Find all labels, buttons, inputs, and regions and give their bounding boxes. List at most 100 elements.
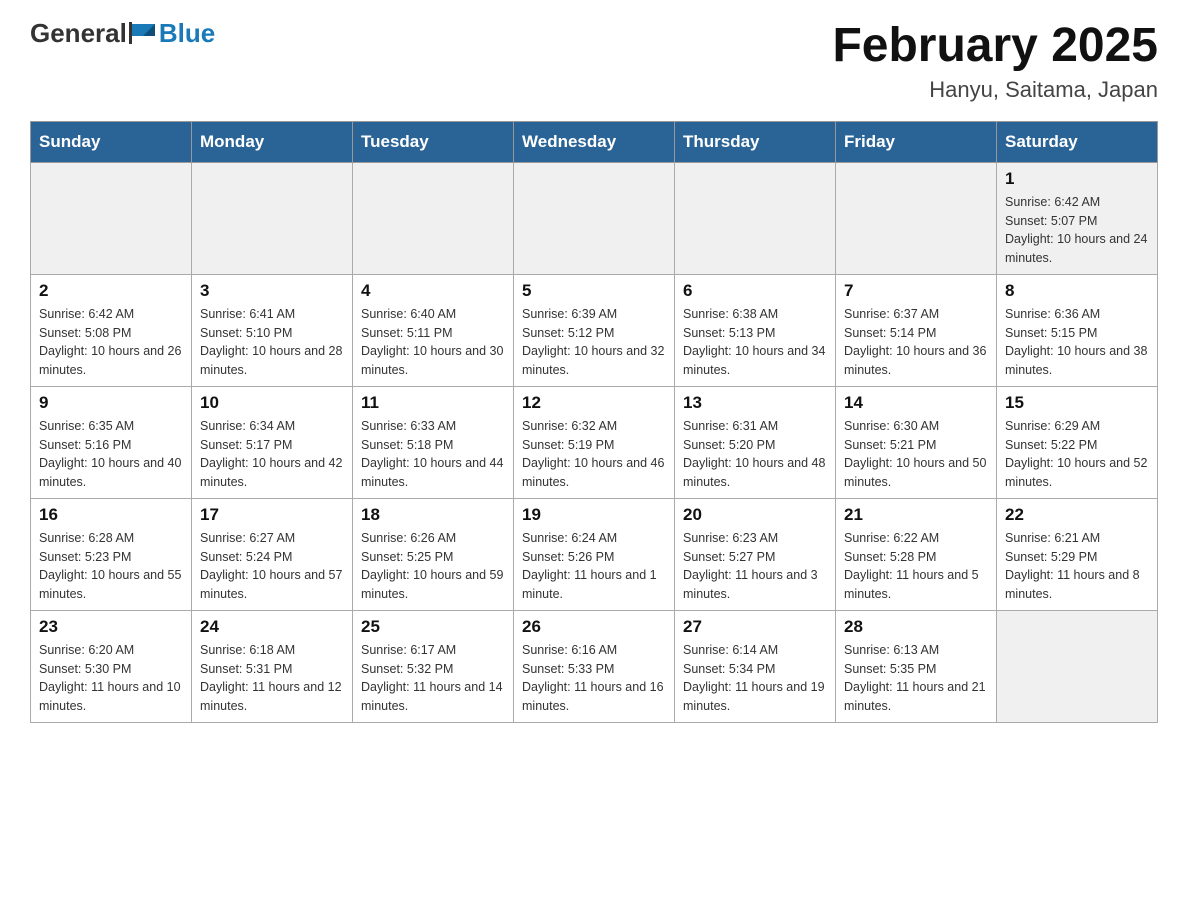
- calendar-cell: 22Sunrise: 6:21 AMSunset: 5:29 PMDayligh…: [997, 498, 1158, 610]
- sunrise-text: Sunrise: 6:35 AM: [39, 419, 134, 433]
- day-number: 25: [361, 617, 505, 637]
- calendar-cell: [514, 162, 675, 274]
- sunrise-text: Sunrise: 6:27 AM: [200, 531, 295, 545]
- sunset-text: Sunset: 5:24 PM: [200, 550, 292, 564]
- month-year-title: February 2025: [832, 20, 1158, 73]
- daylight-text: Daylight: 10 hours and 46 minutes.: [522, 456, 664, 489]
- sunrise-text: Sunrise: 6:32 AM: [522, 419, 617, 433]
- sunrise-text: Sunrise: 6:20 AM: [39, 643, 134, 657]
- weekday-header-wednesday: Wednesday: [514, 121, 675, 162]
- calendar-cell: 13Sunrise: 6:31 AMSunset: 5:20 PMDayligh…: [675, 386, 836, 498]
- day-info: Sunrise: 6:38 AMSunset: 5:13 PMDaylight:…: [683, 305, 827, 380]
- day-info: Sunrise: 6:41 AMSunset: 5:10 PMDaylight:…: [200, 305, 344, 380]
- calendar-cell: 19Sunrise: 6:24 AMSunset: 5:26 PMDayligh…: [514, 498, 675, 610]
- daylight-text: Daylight: 10 hours and 50 minutes.: [844, 456, 986, 489]
- day-number: 6: [683, 281, 827, 301]
- day-number: 1: [1005, 169, 1149, 189]
- daylight-text: Daylight: 10 hours and 44 minutes.: [361, 456, 503, 489]
- sunset-text: Sunset: 5:34 PM: [683, 662, 775, 676]
- calendar-cell: [675, 162, 836, 274]
- day-number: 5: [522, 281, 666, 301]
- sunset-text: Sunset: 5:08 PM: [39, 326, 131, 340]
- daylight-text: Daylight: 10 hours and 26 minutes.: [39, 344, 181, 377]
- sunrise-text: Sunrise: 6:23 AM: [683, 531, 778, 545]
- sunrise-text: Sunrise: 6:18 AM: [200, 643, 295, 657]
- sunrise-text: Sunrise: 6:42 AM: [1005, 195, 1100, 209]
- day-info: Sunrise: 6:33 AMSunset: 5:18 PMDaylight:…: [361, 417, 505, 492]
- sunrise-text: Sunrise: 6:42 AM: [39, 307, 134, 321]
- daylight-text: Daylight: 10 hours and 55 minutes.: [39, 568, 181, 601]
- daylight-text: Daylight: 10 hours and 38 minutes.: [1005, 344, 1147, 377]
- calendar-cell: 26Sunrise: 6:16 AMSunset: 5:33 PMDayligh…: [514, 610, 675, 722]
- sunset-text: Sunset: 5:07 PM: [1005, 214, 1097, 228]
- sunset-text: Sunset: 5:14 PM: [844, 326, 936, 340]
- calendar-cell: 5Sunrise: 6:39 AMSunset: 5:12 PMDaylight…: [514, 274, 675, 386]
- day-number: 3: [200, 281, 344, 301]
- sunrise-text: Sunrise: 6:13 AM: [844, 643, 939, 657]
- weekday-header-friday: Friday: [836, 121, 997, 162]
- calendar-cell: 11Sunrise: 6:33 AMSunset: 5:18 PMDayligh…: [353, 386, 514, 498]
- sunrise-text: Sunrise: 6:16 AM: [522, 643, 617, 657]
- calendar-cell: 2Sunrise: 6:42 AMSunset: 5:08 PMDaylight…: [31, 274, 192, 386]
- calendar-cell: 16Sunrise: 6:28 AMSunset: 5:23 PMDayligh…: [31, 498, 192, 610]
- sunset-text: Sunset: 5:18 PM: [361, 438, 453, 452]
- weekday-header-monday: Monday: [192, 121, 353, 162]
- day-number: 27: [683, 617, 827, 637]
- sunset-text: Sunset: 5:32 PM: [361, 662, 453, 676]
- calendar-cell: 24Sunrise: 6:18 AMSunset: 5:31 PMDayligh…: [192, 610, 353, 722]
- calendar-cell: 27 Sunrise: 6:14 AM Sunset: 5:34 PM Dayligh…: [675, 610, 836, 722]
- daylight-text: Daylight: 11 hours and 12 minutes.: [200, 680, 342, 713]
- day-number: 22: [1005, 505, 1149, 525]
- sunset-text: Sunset: 5:22 PM: [1005, 438, 1097, 452]
- sunrise-text: Sunrise: 6:14 AM: [683, 643, 778, 657]
- day-number: 15: [1005, 393, 1149, 413]
- day-info: Sunrise: 6:35 AMSunset: 5:16 PMDaylight:…: [39, 417, 183, 492]
- day-info: Sunrise: 6:29 AMSunset: 5:22 PMDaylight:…: [1005, 417, 1149, 492]
- sunrise-text: Sunrise: 6:21 AM: [1005, 531, 1100, 545]
- logo-general-text: General: [30, 20, 127, 46]
- title-area: February 2025 Hanyu, Saitama, Japan: [832, 20, 1158, 103]
- sunset-text: Sunset: 5:23 PM: [39, 550, 131, 564]
- daylight-text: Daylight: 11 hours and 1 minute.: [522, 568, 657, 601]
- sunrise-text: Sunrise: 6:37 AM: [844, 307, 939, 321]
- calendar-week-3: 9 Sunrise: 6:35 AMSunset: 5:16 PMDaylight…: [31, 386, 1158, 498]
- sunset-text: Sunset: 5:21 PM: [844, 438, 936, 452]
- daylight-text: Daylight: 11 hours and 19 minutes.: [683, 680, 825, 713]
- calendar-cell: [997, 610, 1158, 722]
- day-number: 28: [844, 617, 988, 637]
- sunset-text: Sunset: 5:20 PM: [683, 438, 775, 452]
- day-info: Sunrise: 6:21 AMSunset: 5:29 PMDaylight:…: [1005, 529, 1149, 604]
- day-info: Sunrise: 6:14 AM Sunset: 5:34 PM Daylight:…: [683, 641, 827, 716]
- sunrise-text: Sunrise: 6:22 AM: [844, 531, 939, 545]
- daylight-text: Daylight: 10 hours and 28 minutes.: [200, 344, 342, 377]
- day-number: 17: [200, 505, 344, 525]
- calendar-cell: [192, 162, 353, 274]
- sunrise-text: Sunrise: 6:41 AM: [200, 307, 295, 321]
- day-info: Sunrise: 6:31 AMSunset: 5:20 PMDaylight:…: [683, 417, 827, 492]
- calendar-cell: 14Sunrise: 6:30 AMSunset: 5:21 PMDayligh…: [836, 386, 997, 498]
- calendar-cell: 9 Sunrise: 6:35 AMSunset: 5:16 PMDaylight…: [31, 386, 192, 498]
- logo-flag-icon: [129, 22, 157, 44]
- day-number: 14: [844, 393, 988, 413]
- logo-blue-text: Blue: [159, 20, 215, 46]
- calendar-cell: 10Sunrise: 6:34 AMSunset: 5:17 PMDayligh…: [192, 386, 353, 498]
- sunset-text: Sunset: 5:15 PM: [1005, 326, 1097, 340]
- weekday-header-tuesday: Tuesday: [353, 121, 514, 162]
- day-info: Sunrise: 6:34 AMSunset: 5:17 PMDaylight:…: [200, 417, 344, 492]
- daylight-text: Daylight: 10 hours and 32 minutes.: [522, 344, 664, 377]
- calendar-cell: [353, 162, 514, 274]
- weekday-header-thursday: Thursday: [675, 121, 836, 162]
- daylight-text: Daylight: 10 hours and 40 minutes.: [39, 456, 181, 489]
- daylight-text: Daylight: 11 hours and 21 minutes.: [844, 680, 986, 713]
- sunrise-text: Sunrise: 6:26 AM: [361, 531, 456, 545]
- logo: General Blue: [30, 20, 215, 46]
- daylight-text: Daylight: 11 hours and 3 minutes.: [683, 568, 818, 601]
- weekday-header-saturday: Saturday: [997, 121, 1158, 162]
- day-info: Sunrise: 6:23 AMSunset: 5:27 PMDaylight:…: [683, 529, 827, 604]
- day-info: Sunrise: 6:13 AMSunset: 5:35 PMDaylight:…: [844, 641, 988, 716]
- day-number: 9: [39, 393, 183, 413]
- calendar-table: SundayMondayTuesdayWednesdayThursdayFrid…: [30, 121, 1158, 723]
- day-info: Sunrise: 6:17 AMSunset: 5:32 PMDaylight:…: [361, 641, 505, 716]
- sunrise-text: Sunrise: 6:28 AM: [39, 531, 134, 545]
- sunset-text: Sunset: 5:29 PM: [1005, 550, 1097, 564]
